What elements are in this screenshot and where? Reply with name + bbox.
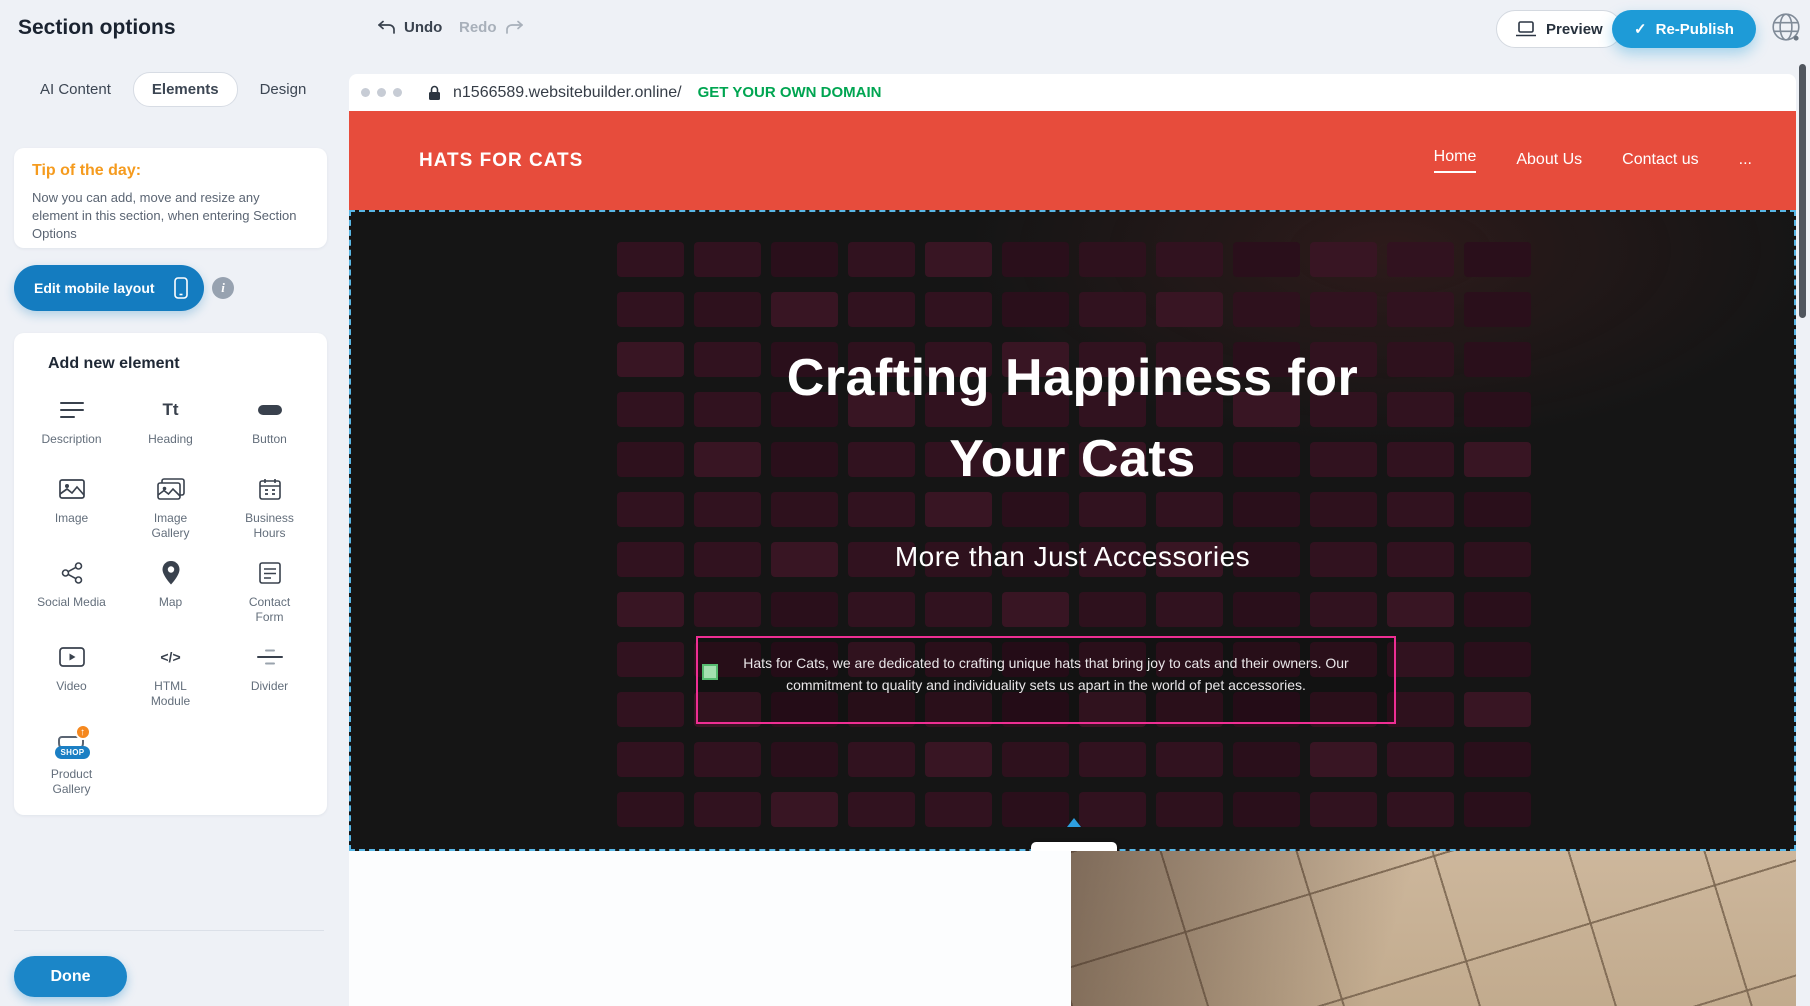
republish-label: Re-Publish (1656, 21, 1734, 38)
button-icon (257, 395, 283, 425)
redo-label: Redo (459, 19, 497, 36)
divider-icon (257, 642, 283, 672)
lock-icon (428, 85, 441, 101)
heading-icon: Tt (162, 395, 178, 425)
redo-icon (505, 20, 524, 35)
monitor-icon (1515, 21, 1537, 37)
browser-bar: n1566589.websitebuilder.online/ GET YOUR… (349, 74, 1796, 111)
language-globe-button[interactable] (1770, 11, 1802, 48)
tip-title: Tip of the day: (32, 162, 309, 180)
undo-label: Undo (404, 19, 442, 36)
element-item-divider[interactable]: Divider (224, 642, 316, 709)
nav-item-about-us[interactable]: About Us (1516, 151, 1582, 171)
element-item-contact-form[interactable]: Contact Form (224, 558, 316, 625)
element-item-button[interactable]: Button (224, 395, 316, 457)
element-item-heading[interactable]: Tt Heading (125, 395, 217, 457)
video-icon (59, 642, 85, 672)
next-section-photo[interactable] (1071, 851, 1796, 1006)
element-label: HTML Module (135, 679, 207, 709)
element-label: Business Hours (234, 511, 306, 541)
redo-button[interactable]: Redo (459, 19, 524, 36)
hero-heading[interactable]: Crafting Happiness for Your Cats (351, 338, 1794, 500)
tab-design[interactable]: Design (260, 73, 307, 106)
undo-button[interactable]: Undo (377, 19, 442, 36)
hero-tiles (617, 242, 1531, 827)
undo-icon (377, 20, 396, 35)
element-item-product-gallery[interactable]: SHOP ↑ Product Gallery (26, 726, 118, 797)
add-new-element-title: Add new element (48, 355, 327, 373)
element-item-social-media[interactable]: Social Media (26, 558, 118, 625)
element-label: Description (36, 432, 108, 447)
app-window: Section options Undo Redo Preview ✓ Re-P… (0, 0, 1810, 1006)
hero-heading-line1: Crafting Happiness for (351, 338, 1794, 419)
element-grid: Description Tt Heading Button Image Imag… (14, 395, 327, 797)
element-label: Product Gallery (36, 767, 108, 797)
republish-button[interactable]: ✓ Re-Publish (1612, 10, 1756, 48)
html-module-icon: </> (160, 642, 180, 672)
nav-item-contact-us[interactable]: Contact us (1622, 151, 1698, 171)
element-label: Video (36, 679, 108, 694)
image-icon (59, 474, 85, 504)
hero-paragraph-selected[interactable]: Hats for Cats, we are dedicated to craft… (696, 636, 1396, 724)
element-label: Button (234, 432, 306, 447)
resize-handle-left[interactable] (702, 664, 718, 680)
sidebar-divider (14, 930, 324, 931)
element-label: Image Gallery (135, 511, 207, 541)
element-item-description[interactable]: Description (26, 395, 118, 457)
site-header[interactable]: HATS FOR CATS Home About Us Contact us .… (349, 111, 1796, 210)
hero-section[interactable]: Crafting Happiness for Your Cats More th… (349, 210, 1796, 851)
element-item-video[interactable]: Video (26, 642, 118, 709)
info-icon[interactable]: i (212, 277, 234, 299)
nav-item-home[interactable]: Home (1434, 148, 1477, 173)
social-media-icon (61, 558, 83, 588)
preview-button[interactable]: Preview (1496, 10, 1622, 48)
shop-label: SHOP (55, 746, 91, 759)
site-logo[interactable]: HATS FOR CATS (419, 111, 583, 210)
tab-elements[interactable]: Elements (133, 72, 238, 107)
add-new-element-panel: Add new element Description Tt Heading B… (14, 333, 327, 815)
element-label: Image (36, 511, 108, 526)
vertical-scrollbar[interactable] (1799, 64, 1806, 318)
product-gallery-icon: SHOP ↑ (51, 726, 93, 760)
sidebar-tabs: AI Content Elements Design (40, 72, 306, 107)
window-dots-icon (361, 88, 402, 97)
edit-mobile-label: Edit mobile layout (34, 280, 155, 296)
site-url[interactable]: n1566589.websitebuilder.online/ (453, 84, 682, 102)
element-item-map[interactable]: Map (125, 558, 217, 625)
nav-more-icon[interactable]: ... (1739, 151, 1752, 171)
edit-mobile-layout-button[interactable]: Edit mobile layout (14, 265, 204, 311)
next-section-background[interactable] (349, 851, 1071, 1006)
element-label: Contact Form (234, 595, 306, 625)
tip-of-the-day-card: Tip of the day: Now you can add, move an… (14, 148, 327, 248)
site-nav: Home About Us Contact us ... (1434, 111, 1752, 210)
element-item-image[interactable]: Image (26, 474, 118, 541)
tab-ai-content[interactable]: AI Content (40, 73, 111, 106)
section-resize-arrow-up-icon (1067, 818, 1081, 827)
element-label: Map (135, 595, 207, 610)
tip-body: Now you can add, move and resize any ele… (32, 189, 304, 244)
check-icon: ✓ (1634, 20, 1647, 38)
hero-heading-line2: Your Cats (351, 419, 1794, 500)
done-button[interactable]: Done (14, 956, 127, 997)
globe-icon (1770, 11, 1802, 43)
element-label: Social Media (36, 595, 108, 610)
hero-paragraph-text: Hats for Cats, we are dedicated to craft… (698, 638, 1394, 696)
phone-icon (174, 277, 188, 299)
element-item-business-hours[interactable]: Business Hours (224, 474, 316, 541)
element-label: Divider (234, 679, 306, 694)
hero-subheading[interactable]: More than Just Accessories (351, 537, 1794, 577)
upgrade-badge-icon: ↑ (75, 724, 91, 740)
element-label: Heading (135, 432, 207, 447)
contact-form-icon (259, 558, 281, 588)
business-hours-icon (259, 474, 281, 504)
get-your-own-domain-link[interactable]: GET YOUR OWN DOMAIN (698, 84, 882, 101)
image-gallery-icon (157, 474, 185, 504)
page-title: Section options (18, 16, 176, 40)
element-item-image-gallery[interactable]: Image Gallery (125, 474, 217, 541)
map-icon (162, 558, 180, 588)
element-item-html-module[interactable]: </> HTML Module (125, 642, 217, 709)
preview-label: Preview (1546, 21, 1603, 38)
description-icon (60, 395, 84, 425)
